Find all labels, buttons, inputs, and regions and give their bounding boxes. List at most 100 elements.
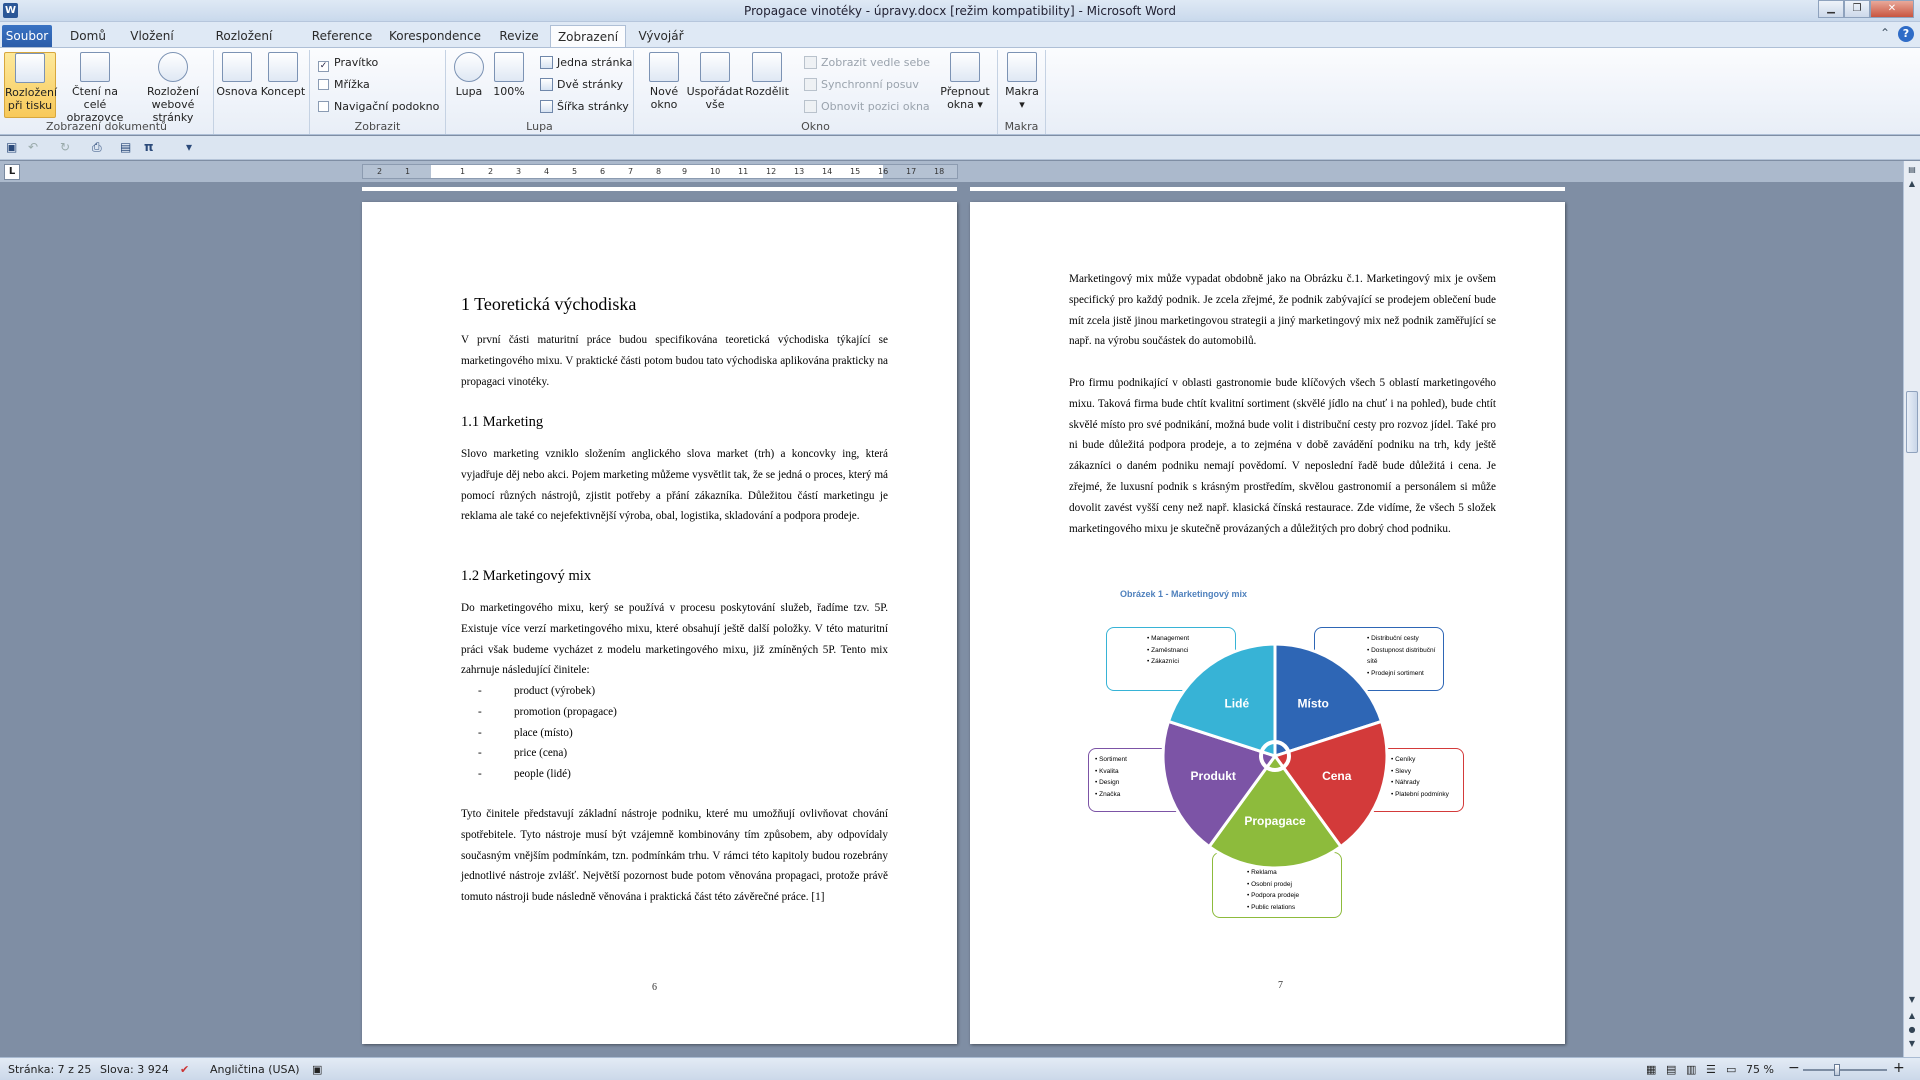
view-draft-icon[interactable]: ▭ <box>1726 1063 1736 1076</box>
scroll-thumb[interactable] <box>1906 391 1918 453</box>
list-item: Platební podmínky <box>1391 789 1457 801</box>
print-preview-icon[interactable]: ⎙ <box>92 140 102 156</box>
proofing-icon[interactable]: ✔ <box>180 1063 189 1076</box>
vertical-scrollbar[interactable]: ▤ ▲ ▼ ▲ ● ▼ <box>1903 161 1920 1057</box>
scroll-up-icon[interactable]: ▲ <box>1904 179 1920 188</box>
group-zobrazeni-dokumentu-2: Osnova Koncept <box>214 50 310 134</box>
tab-zobrazeni[interactable]: Zobrazení <box>550 25 626 48</box>
tab-selector-icon[interactable]: L <box>4 164 20 180</box>
collapse-ribbon-icon[interactable]: ⌃ <box>1880 26 1890 42</box>
tab-domu[interactable]: Domů <box>64 25 112 48</box>
macro-record-icon[interactable]: ▣ <box>312 1063 322 1076</box>
web-layout-button[interactable]: Rozložení webové stránky <box>134 52 212 124</box>
previous-page-icon[interactable]: ▲ <box>1904 1011 1920 1020</box>
close-button[interactable]: ✕ <box>1870 0 1914 18</box>
zoom-slider-thumb[interactable] <box>1834 1064 1840 1076</box>
redo-icon[interactable]: ↻ <box>60 140 70 156</box>
browse-object-icon[interactable]: ● <box>1904 1025 1920 1034</box>
page-indicator[interactable]: Stránka: 7 z 25 <box>8 1063 91 1076</box>
ruler-tick: 18 <box>934 167 945 176</box>
full-screen-reading-icon <box>80 52 110 82</box>
help-icon[interactable]: ? <box>1898 26 1914 42</box>
outline-button[interactable]: Osnova <box>216 52 258 98</box>
zoom-in-button[interactable]: + <box>1893 1060 1905 1076</box>
document-workspace: 1 Teoretická východiska V první části ma… <box>0 182 1903 1057</box>
macros-button[interactable]: Makra ▾ <box>1000 52 1044 111</box>
two-pages-button[interactable]: Dvě stránky <box>540 76 623 94</box>
two-pages-icon <box>540 78 553 91</box>
reset-window-position-button[interactable]: Obnovit pozici okna <box>804 98 930 116</box>
scroll-down-icon[interactable]: ▼ <box>1904 995 1920 1004</box>
page-width-button[interactable]: Šířka stránky <box>540 98 629 116</box>
ruler-tick: 9 <box>682 167 688 176</box>
view-full-screen-icon[interactable]: ▤ <box>1666 1063 1676 1076</box>
tab-soubor[interactable]: Soubor <box>2 25 52 48</box>
gridlines-checkbox[interactable]: Mřížka <box>318 76 370 94</box>
arrange-all-button[interactable]: Uspořádat vše <box>686 52 744 111</box>
ruler-tick: 15 <box>850 167 861 176</box>
one-page-icon <box>540 56 553 69</box>
pie-label-lidé: Lidé <box>1224 696 1249 710</box>
split-button[interactable]: Rozdělit <box>744 52 790 98</box>
tab-vlozeni[interactable]: Vložení <box>122 25 182 48</box>
zoom-level[interactable]: 75 % <box>1746 1063 1774 1076</box>
zoom-out-button[interactable]: − <box>1788 1060 1800 1076</box>
maximize-button[interactable]: ❐ <box>1844 0 1870 18</box>
full-screen-reading-button[interactable]: Čtení na celé obrazovce <box>60 52 130 124</box>
group-lupa: Lupa 100% Jedna stránka Dvě stránky Šířk… <box>446 50 634 134</box>
horizontal-ruler[interactable]: 2 1 1 2 3 4 5 6 7 8 9 10 11 12 13 14 15 … <box>362 164 958 179</box>
undo-icon[interactable]: ↶ <box>28 140 38 156</box>
window-title: Propagace vinotéky - úpravy.docx [režim … <box>744 4 1176 18</box>
ruler-tick: 2 <box>377 167 383 176</box>
view-print-layout-icon[interactable]: ▦ <box>1646 1063 1656 1076</box>
tab-reference[interactable]: Reference <box>308 25 376 48</box>
nav-pane-checkbox[interactable]: Navigační podokno <box>318 98 439 116</box>
tab-vyvojar[interactable]: Vývojář <box>634 25 688 48</box>
new-window-button[interactable]: Nové okno <box>644 52 684 111</box>
tab-rozlozeni-stranky[interactable]: Rozložení stránky <box>192 25 296 65</box>
group-okno: Nové okno Uspořádat vše Rozdělit Zobrazi… <box>634 50 998 134</box>
minimize-button[interactable]: ▁ <box>1818 0 1844 18</box>
insert-picture-icon[interactable]: ▤ <box>120 140 131 156</box>
word-count[interactable]: Slova: 3 924 <box>100 1063 169 1076</box>
reset-position-icon <box>804 100 817 113</box>
tab-korespondence[interactable]: Korespondence <box>388 25 482 48</box>
paragraph: Do marketingového mixu, kerý se používá … <box>461 602 888 677</box>
ruler-tick: 5 <box>572 167 578 176</box>
tab-revize[interactable]: Revize <box>494 25 544 48</box>
zoom-button[interactable]: Lupa <box>450 52 488 98</box>
view-web-layout-icon[interactable]: ▥ <box>1686 1063 1696 1076</box>
ruler-tick: 4 <box>544 167 550 176</box>
view-side-by-side-button[interactable]: Zobrazit vedle sebe <box>804 54 930 72</box>
zoom-slider-track[interactable] <box>1803 1069 1887 1071</box>
page-6[interactable]: 1 Teoretická východiska V první části ma… <box>362 202 957 1044</box>
draft-button[interactable]: Koncept <box>260 52 306 98</box>
group-label: Okno <box>801 120 830 133</box>
one-page-button[interactable]: Jedna stránka <box>540 54 632 72</box>
ruler-tick: 10 <box>710 167 721 176</box>
equation-pi-icon[interactable]: π <box>144 140 154 156</box>
list-item: Podpora prodeje <box>1247 890 1335 902</box>
page-7[interactable]: Marketingový mix může vypadat obdobně ja… <box>970 202 1565 1044</box>
ruler-tick: 17 <box>906 167 917 176</box>
next-page-icon[interactable]: ▼ <box>1904 1039 1920 1048</box>
ruler-toggle-icon[interactable]: ▤ <box>1904 165 1920 174</box>
previous-page-edge <box>970 187 1565 191</box>
sync-scroll-button[interactable]: Synchronní posuv <box>804 76 919 94</box>
switch-windows-button[interactable]: Přepnout okna ▾ <box>936 52 994 111</box>
ruler-tick: 3 <box>516 167 522 176</box>
zoom-100-button[interactable]: 100% <box>490 52 528 98</box>
print-layout-button[interactable]: Rozložení při tisku <box>4 52 57 118</box>
bullet-list: product (výrobek) promotion (propagace) … <box>478 681 617 785</box>
view-outline-icon[interactable]: ☰ <box>1706 1063 1716 1076</box>
ruler-checkbox[interactable]: ✓ Pravítko <box>318 54 378 72</box>
ruler-tick: 12 <box>766 167 777 176</box>
save-icon[interactable]: ▣ <box>6 140 17 156</box>
heading-2: 1.2 Marketingový mix <box>461 568 592 584</box>
group-label: Zobrazit <box>354 120 401 133</box>
language-indicator[interactable]: Angličtina (USA) <box>210 1063 300 1076</box>
ruler-tick: 7 <box>628 167 634 176</box>
page-number: 7 <box>1278 980 1283 991</box>
customize-qat-icon[interactable]: ▾ <box>186 140 192 156</box>
ruler-tick: 8 <box>656 167 662 176</box>
